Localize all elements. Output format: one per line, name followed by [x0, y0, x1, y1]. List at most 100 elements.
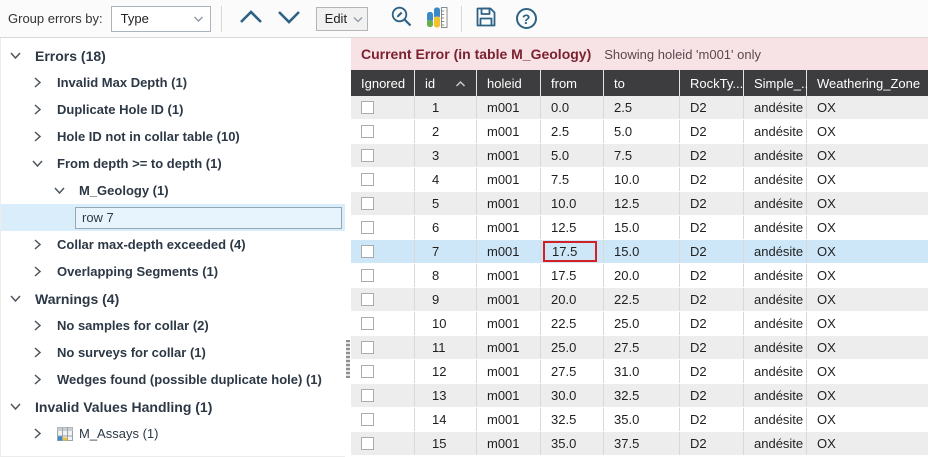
cell-id[interactable]: 8: [415, 264, 477, 287]
cell-simple[interactable]: andésite: [744, 120, 807, 143]
cell-to[interactable]: 15.0: [604, 216, 680, 239]
table-row-9[interactable]: 9m00120.022.5D2andésiteOX: [351, 288, 928, 312]
panel-splitter[interactable]: [345, 38, 351, 457]
cell-to[interactable]: 7.5: [604, 144, 680, 167]
cell-holeid[interactable]: m001: [477, 120, 541, 143]
chevron-right-icon[interactable]: [31, 346, 44, 359]
tree-item-warnings-4[interactable]: Warnings (4): [1, 285, 345, 312]
column-header-simple[interactable]: Simple_...: [744, 70, 807, 96]
cell-to[interactable]: 15.0: [604, 240, 680, 263]
cell-from[interactable]: 5.0: [541, 144, 604, 167]
chevron-down-icon[interactable]: [9, 292, 22, 305]
cell-holeid[interactable]: m001: [477, 264, 541, 287]
cell-from[interactable]: 22.5: [541, 312, 604, 335]
save-button[interactable]: [468, 4, 504, 34]
cell-rocktype[interactable]: D2: [680, 288, 744, 311]
cell-to[interactable]: 5.0: [604, 120, 680, 143]
column-header-weathering-zone[interactable]: Weathering_Zone: [807, 70, 928, 96]
cell-weathering[interactable]: OX: [807, 168, 928, 191]
cell-rocktype[interactable]: D2: [680, 432, 744, 455]
chevron-right-icon[interactable]: [31, 265, 44, 278]
cell-id[interactable]: 12: [415, 360, 477, 383]
cell-id[interactable]: 2: [415, 120, 477, 143]
chevron-right-icon[interactable]: [31, 373, 44, 386]
cell-from[interactable]: 32.5: [541, 408, 604, 431]
cell-to[interactable]: 2.5: [604, 96, 680, 119]
cell-to[interactable]: 31.0: [604, 360, 680, 383]
cell-simple[interactable]: andésite: [744, 408, 807, 431]
cell-from[interactable]: 0.0: [541, 96, 604, 119]
cell-weathering[interactable]: OX: [807, 216, 928, 239]
cell-simple[interactable]: andésite: [744, 240, 807, 263]
ignored-checkbox[interactable]: [361, 197, 374, 210]
column-header-holeid[interactable]: holeid: [477, 70, 541, 96]
cell-to[interactable]: 32.5: [604, 384, 680, 407]
help-button[interactable]: ?: [510, 4, 543, 34]
tree-item-collar-max-depth-exceeded-4[interactable]: Collar max-depth exceeded (4): [1, 231, 345, 258]
cell-to[interactable]: 12.5: [604, 192, 680, 215]
chevron-down-icon[interactable]: [31, 157, 44, 170]
cell-id[interactable]: 1: [415, 96, 477, 119]
cell-id[interactable]: 7: [415, 240, 477, 263]
cell-simple[interactable]: andésite: [744, 216, 807, 239]
cell-simple[interactable]: andésite: [744, 384, 807, 407]
cell-rocktype[interactable]: D2: [680, 168, 744, 191]
cell-weathering[interactable]: OX: [807, 192, 928, 215]
cell-rocktype[interactable]: D2: [680, 192, 744, 215]
ignored-checkbox[interactable]: [361, 341, 374, 354]
tree-item-no-surveys-for-collar-1[interactable]: No surveys for collar (1): [1, 339, 345, 366]
cell-id[interactable]: 11: [415, 336, 477, 359]
tree-item-errors-18[interactable]: Errors (18): [1, 42, 345, 69]
edit-dropdown-button[interactable]: Edit: [316, 7, 368, 31]
cell-rocktype[interactable]: D2: [680, 144, 744, 167]
cell-to[interactable]: 35.0: [604, 408, 680, 431]
cell-from[interactable]: 17.5: [541, 264, 604, 287]
ignored-checkbox[interactable]: [361, 317, 374, 330]
cell-id[interactable]: 4: [415, 168, 477, 191]
cell-holeid[interactable]: m001: [477, 216, 541, 239]
table-row-7[interactable]: 7m00117.515.0D2andésiteOX: [351, 240, 928, 264]
cell-rocktype[interactable]: D2: [680, 216, 744, 239]
chevron-down-icon[interactable]: [9, 49, 22, 62]
table-row-6[interactable]: 6m00112.515.0D2andésiteOX: [351, 216, 928, 240]
cell-id[interactable]: 15: [415, 432, 477, 455]
table-row-5[interactable]: 5m00110.012.5D2andésiteOX: [351, 192, 928, 216]
cell-from[interactable]: 7.5: [541, 168, 604, 191]
cell-holeid[interactable]: m001: [477, 432, 541, 455]
cell-simple[interactable]: andésite: [744, 168, 807, 191]
table-row-12[interactable]: 12m00127.531.0D2andésiteOX: [351, 360, 928, 384]
cell-simple[interactable]: andésite: [744, 312, 807, 335]
cell-from[interactable]: 2.5: [541, 120, 604, 143]
cell-rocktype[interactable]: D2: [680, 336, 744, 359]
cell-holeid[interactable]: m001: [477, 240, 541, 263]
cell-simple[interactable]: andésite: [744, 144, 807, 167]
cell-holeid[interactable]: m001: [477, 168, 541, 191]
table-row-8[interactable]: 8m00117.520.0D2andésiteOX: [351, 264, 928, 288]
cell-id[interactable]: 13: [415, 384, 477, 407]
cell-holeid[interactable]: m001: [477, 384, 541, 407]
cell-id[interactable]: 3: [415, 144, 477, 167]
cell-from[interactable]: 25.0: [541, 336, 604, 359]
cell-rocktype[interactable]: D2: [680, 264, 744, 287]
cell-id[interactable]: 9: [415, 288, 477, 311]
cell-weathering[interactable]: OX: [807, 120, 928, 143]
cell-weathering[interactable]: OX: [807, 336, 928, 359]
ignored-checkbox[interactable]: [361, 245, 374, 258]
next-error-button[interactable]: [270, 4, 308, 34]
cell-holeid[interactable]: m001: [477, 360, 541, 383]
table-row-4[interactable]: 4m0017.510.0D2andésiteOX: [351, 168, 928, 192]
cell-from[interactable]: 30.0: [541, 384, 604, 407]
tree-item-m-assays-1[interactable]: M_Assays (1): [1, 420, 345, 447]
cell-rocktype[interactable]: D2: [680, 240, 744, 263]
table-row-10[interactable]: 10m00122.525.0D2andésiteOX: [351, 312, 928, 336]
cell-weathering[interactable]: OX: [807, 264, 928, 287]
cell-weathering[interactable]: OX: [807, 360, 928, 383]
cell-simple[interactable]: andésite: [744, 96, 807, 119]
cell-rocktype[interactable]: D2: [680, 360, 744, 383]
cell-weathering[interactable]: OX: [807, 288, 928, 311]
table-row-14[interactable]: 14m00132.535.0D2andésiteOX: [351, 408, 928, 432]
cell-to[interactable]: 20.0: [604, 264, 680, 287]
tree-item-duplicate-hole-id-1[interactable]: Duplicate Hole ID (1): [1, 96, 345, 123]
cell-weathering[interactable]: OX: [807, 432, 928, 455]
cell-weathering[interactable]: OX: [807, 312, 928, 335]
